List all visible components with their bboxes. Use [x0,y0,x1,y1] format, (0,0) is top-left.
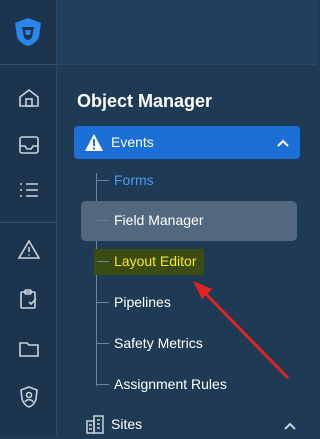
shield-logo-icon[interactable] [12,16,44,48]
nav-item-label: Pipelines [114,294,171,310]
nav-item-label: Forms [114,172,154,188]
nav-item-forms[interactable]: Forms [97,165,217,197]
tree-tick [97,343,109,344]
nav-item-label: Layout Editor [114,253,197,269]
nav-item-label: Assignment Rules [114,376,227,392]
clipboard-check-icon[interactable] [17,287,41,311]
chevron-up-icon[interactable] [276,136,290,148]
nav-item-assignment-rules[interactable]: Assignment Rules [97,369,257,401]
object-manager-panel: Object Manager Events Forms Field Manage… [57,65,317,435]
rail-divider [0,64,56,65]
rail-divider [0,222,56,223]
inbox-icon[interactable] [17,133,41,157]
home-icon[interactable] [17,86,41,110]
user-shield-icon[interactable] [17,385,41,409]
page-title: Object Manager [77,91,213,111]
folder-icon[interactable] [17,337,41,361]
nav-item-pipelines[interactable]: Pipelines [97,287,217,319]
warning-icon [84,133,104,152]
nav-item-label: Field Manager [114,212,204,228]
chevron-up-icon[interactable] [283,419,297,431]
nav-item-label: Safety Metrics [114,335,203,351]
sites-section-label: Sites [111,416,143,432]
tree-tick [97,261,109,262]
tree-tick [97,384,109,385]
events-section-header[interactable]: Events [74,126,300,159]
sites-section-header[interactable]: Sites [81,413,301,437]
tree-tick [97,180,109,181]
nav-item-field-manager[interactable]: Field Manager [97,205,287,237]
buildings-icon [85,414,105,434]
events-section-label: Events [111,134,154,150]
tree-tick [97,302,109,303]
hazard-icon[interactable] [17,238,41,262]
tree-tick [97,220,109,221]
top-header [57,0,317,65]
icon-rail [0,0,57,435]
nav-item-layout-editor[interactable]: Layout Editor [97,246,217,278]
list-icon[interactable] [17,178,41,202]
nav-item-safety-metrics[interactable]: Safety Metrics [97,328,237,360]
